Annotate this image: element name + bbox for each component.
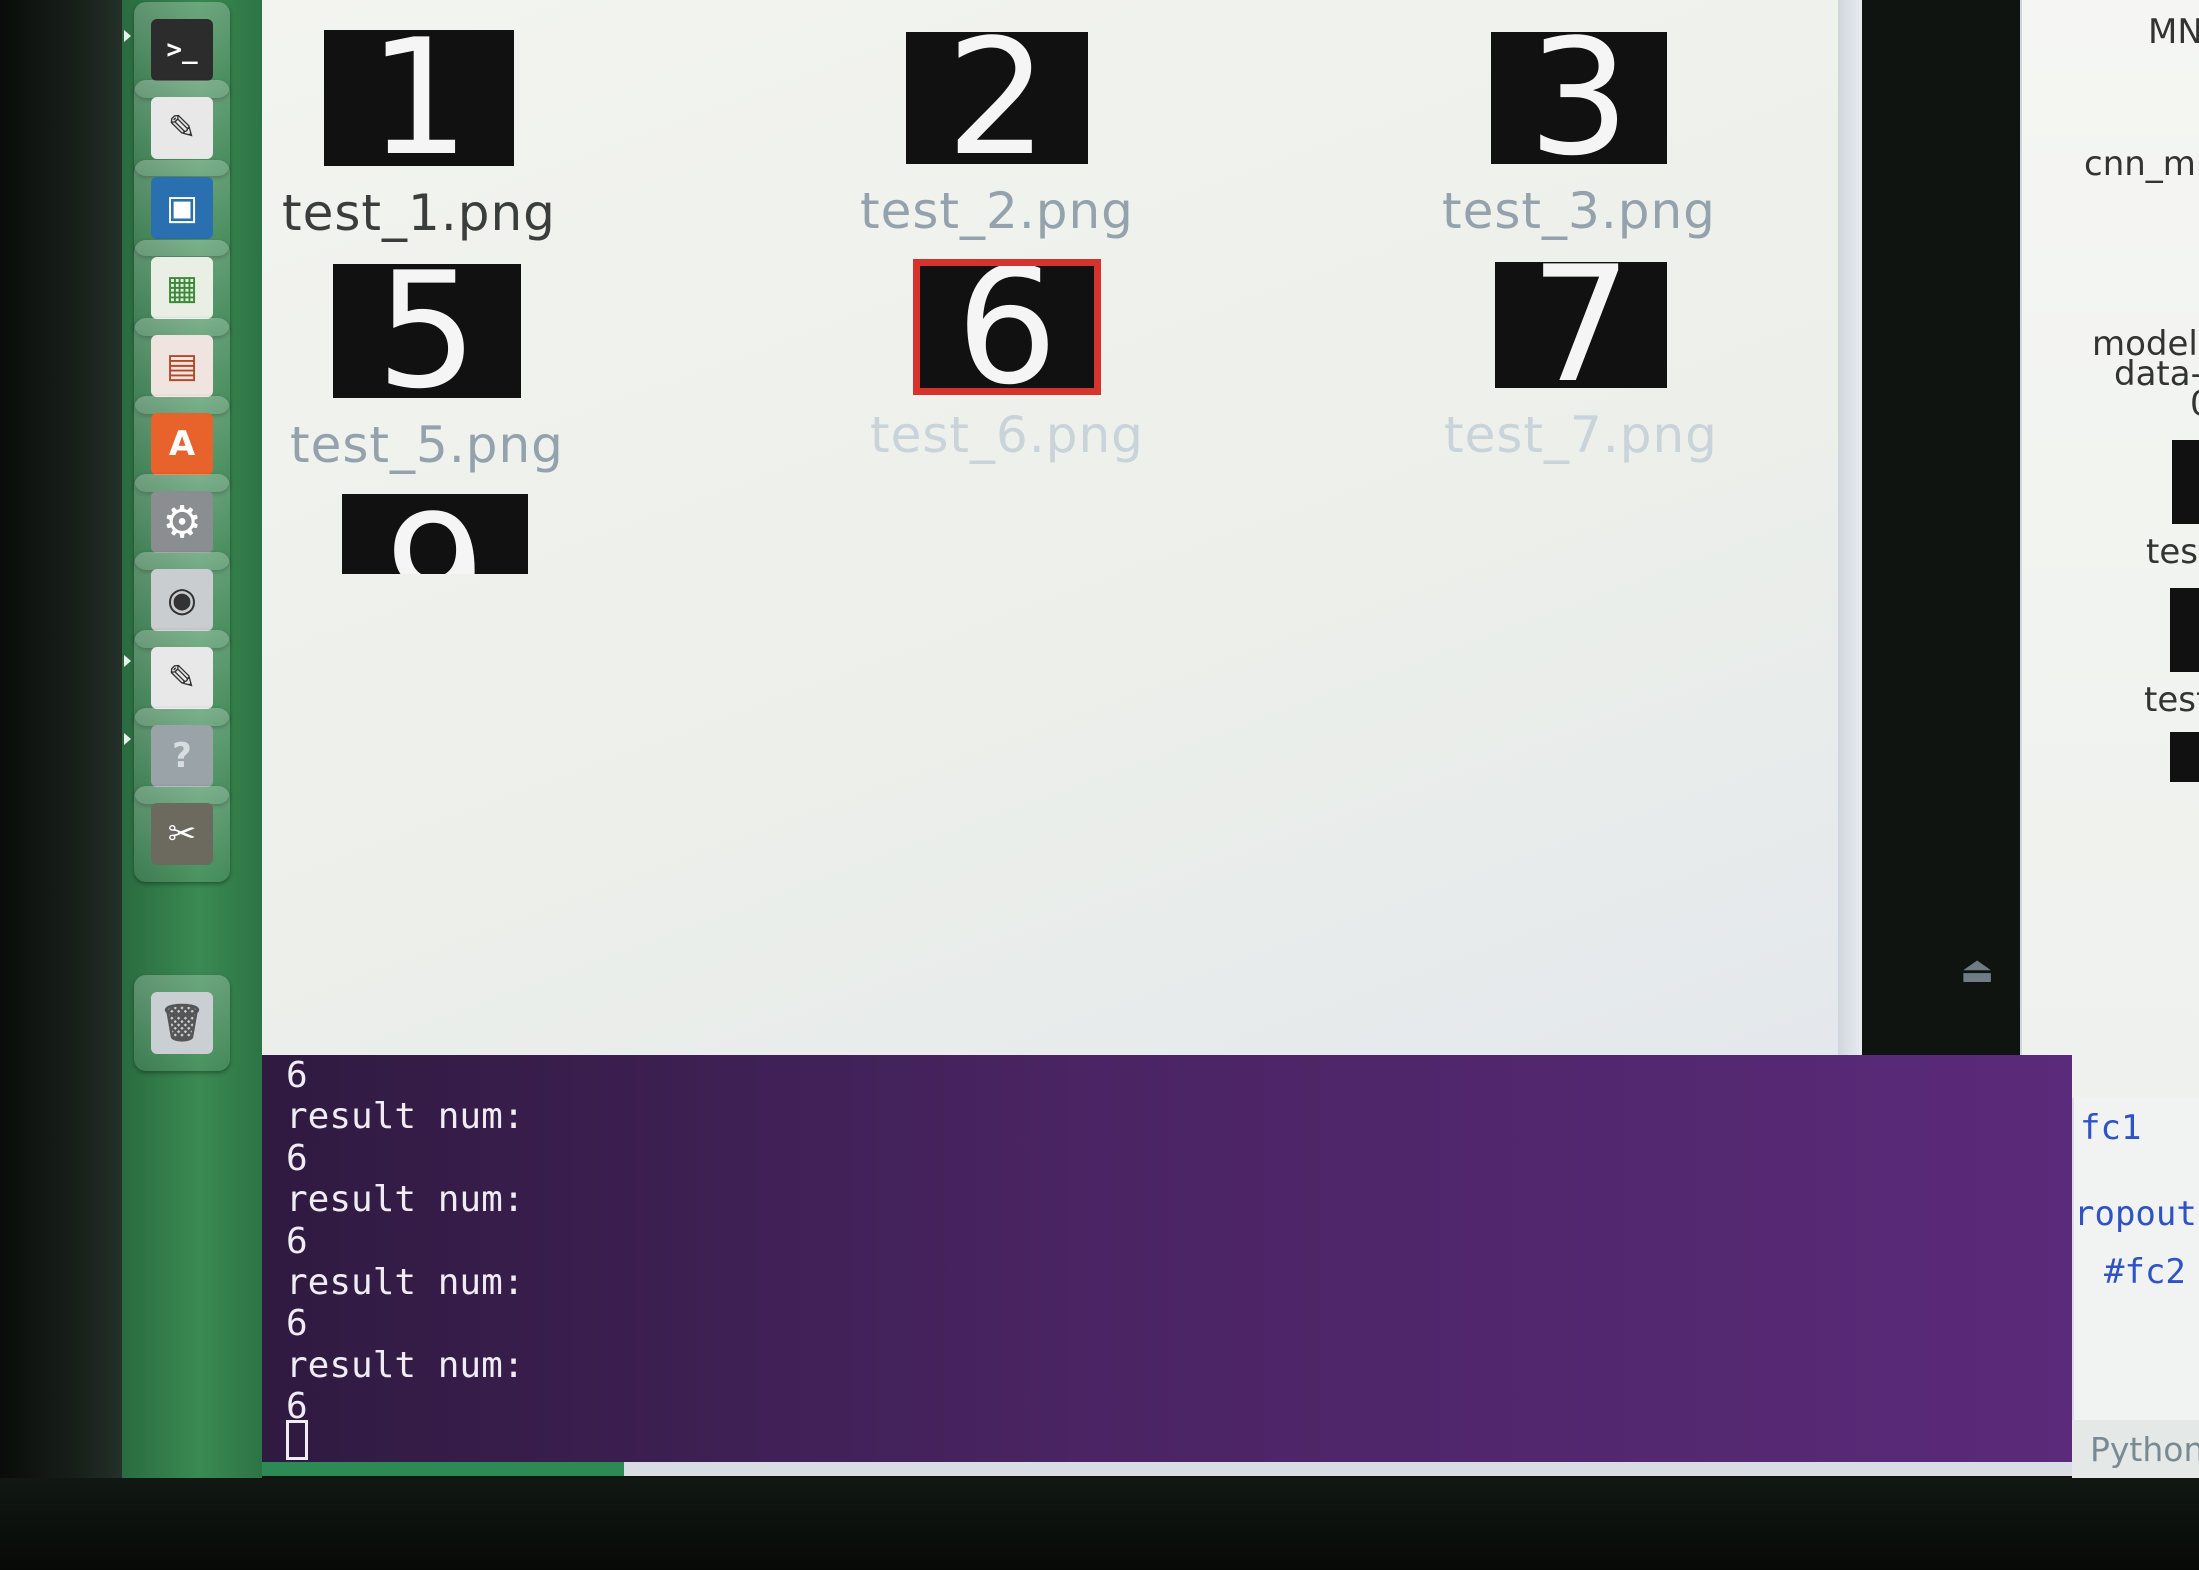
- monitor-bezel-left: [0, 0, 122, 1570]
- trash-icon: 🗑: [151, 992, 213, 1054]
- file-thumbnail[interactable]: 1 test_1.png: [282, 18, 556, 243]
- help-icon: ?: [151, 725, 213, 787]
- launcher-gimp[interactable]: ✂: [134, 786, 230, 882]
- software-center-icon: A: [151, 413, 213, 475]
- terminal-cursor: [286, 1420, 308, 1460]
- terminal-output: 6 result num: 6 result num: 6 result num: 6 res…: [286, 1055, 524, 1428]
- thumbnail-image: 5: [332, 251, 521, 411]
- file-name[interactable]: cnn_mn: [2084, 144, 2199, 184]
- thumbnail-image: 9: [342, 494, 528, 574]
- thumbnail-image: 6: [912, 247, 1101, 407]
- terminal-line: result num:: [286, 1096, 525, 1138]
- file-name[interactable]: data-: [2114, 354, 2199, 394]
- text-editor-icon: ✎: [151, 647, 213, 709]
- file-thumbnail[interactable]: 7 test_7.png: [1444, 245, 1718, 465]
- thumbnail-image: 3: [1490, 18, 1667, 178]
- file-thumbnail[interactable]: 2 test_2.png: [860, 18, 1134, 241]
- thumbnail-image: 1: [323, 18, 514, 178]
- file-manager-window: 1 test_1.png 2 test_2.png 3 test_3.png 5…: [262, 0, 1842, 1060]
- code-line: fc1: [2080, 1108, 2142, 1148]
- image-viewer-icon: ▣: [151, 177, 213, 239]
- thumbnail-image: 2: [905, 18, 1088, 178]
- language-indicator[interactable]: Python: [2090, 1430, 2199, 1469]
- terminal-icon: >_: [151, 19, 213, 81]
- window-edge: [1838, 0, 1862, 1060]
- thumbnail-image[interactable]: [2170, 732, 2199, 782]
- terminal-bottom-edge: [262, 1462, 2072, 1476]
- terminal-line: 6: [286, 1220, 308, 1262]
- presentation-icon: ▤: [151, 335, 213, 397]
- eject-icon[interactable]: ⏏: [1955, 950, 1999, 991]
- file-name[interactable]: 0: [2190, 384, 2199, 424]
- settings-gear-icon: ⚙: [151, 491, 213, 553]
- file-name: test_2.png: [860, 182, 1134, 240]
- terminal-line: result num:: [286, 1262, 525, 1304]
- terminal-line: 6: [286, 1303, 308, 1345]
- code-line: ropout: [2074, 1194, 2197, 1234]
- terminal-line: 6: [286, 1386, 308, 1428]
- spreadsheet-icon: ▦: [151, 257, 213, 319]
- thumbnail-image[interactable]: [2172, 440, 2199, 524]
- monitor-bezel-bottom: [0, 1478, 2199, 1570]
- launcher-trash[interactable]: 🗑: [134, 975, 230, 1071]
- running-indicator: [124, 655, 131, 667]
- second-file-view: MN cnn_mn model data- 0 test test: [2020, 0, 2199, 1100]
- gimp-icon: ✂: [151, 803, 213, 865]
- terminal-line: 6: [286, 1137, 308, 1179]
- file-name: test_1.png: [282, 184, 556, 242]
- file-name: test_6.png: [870, 406, 1144, 464]
- file-thumbnail[interactable]: 5 test_5.png: [290, 251, 564, 475]
- running-indicator: [124, 733, 131, 745]
- terminal-line: 6: [286, 1055, 308, 1096]
- file-thumbnail[interactable]: 3 test_3.png: [1442, 18, 1716, 241]
- editor-statusbar: Python: [2072, 1420, 2199, 1478]
- terminal-line: result num:: [286, 1179, 525, 1221]
- file-thumbnail[interactable]: 9: [342, 494, 528, 574]
- thumbnail-image: 7: [1494, 245, 1667, 405]
- camera-icon: ◉: [151, 569, 213, 631]
- file-thumbnail-selected[interactable]: 6 test_6.png: [870, 247, 1144, 465]
- text-editor-icon: ✎: [151, 97, 213, 159]
- file-name: test_5.png: [290, 416, 564, 474]
- file-name[interactable]: test: [2144, 680, 2199, 720]
- code-line: #fc2: [2104, 1252, 2186, 1292]
- file-name[interactable]: test: [2146, 532, 2199, 572]
- file-name: test_7.png: [1444, 406, 1718, 464]
- terminal-line: result num:: [286, 1344, 525, 1386]
- terminal-window[interactable]: 6 result num: 6 result num: 6 result num: 6 res…: [262, 1055, 2072, 1473]
- running-indicator: [124, 30, 131, 42]
- thumbnail-image[interactable]: [2170, 588, 2199, 672]
- folder-name[interactable]: MN: [2148, 12, 2199, 52]
- unity-launcher: >_ ✎ ▣ ▦ ▤ A ⚙ ◉ ✎ ? ✂ 🗑: [122, 0, 262, 1478]
